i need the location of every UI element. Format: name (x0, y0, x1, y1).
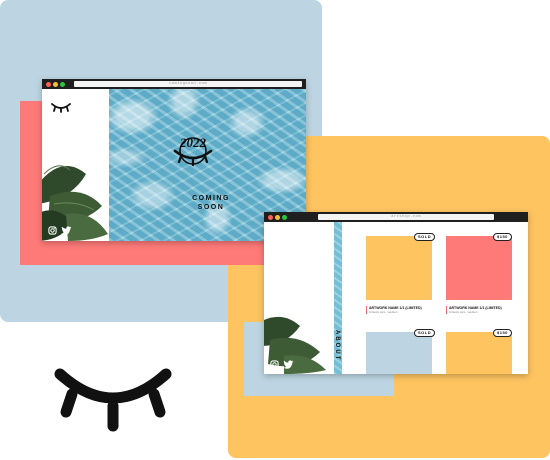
closed-eye-logo-icon (54, 368, 172, 432)
product-tile[interactable] (446, 236, 512, 300)
maximize-dot-icon[interactable] (60, 82, 65, 87)
product-tile[interactable] (366, 332, 432, 374)
minimize-dot-icon[interactable] (275, 215, 280, 220)
art-shop-browser-window: artshop.com ABOUT SOLD ARTWORK NAME 1/1 … (264, 212, 528, 374)
browser-toolbar: artshop.com (264, 212, 528, 222)
shop-page-body: ABOUT SOLD ARTWORK NAME 1/1 (LIMITED) Ar… (264, 222, 528, 374)
sidebar (42, 89, 109, 241)
sold-badge: SOLD (414, 329, 436, 337)
product-tile[interactable] (366, 236, 432, 300)
soon-text: SOON (197, 204, 225, 211)
instagram-icon[interactable] (270, 360, 279, 369)
sold-badge: SOLD (414, 233, 436, 241)
price-badge: $150 (493, 233, 512, 241)
product-tile[interactable] (446, 332, 512, 374)
minimize-dot-icon[interactable] (53, 82, 58, 87)
about-nav-link[interactable]: ABOUT (334, 330, 340, 361)
twitter-icon[interactable] (61, 226, 72, 235)
product-subtitle: Artwork size, medium (449, 310, 478, 314)
twitter-icon[interactable] (283, 360, 294, 369)
close-dot-icon[interactable] (46, 82, 51, 87)
instagram-icon[interactable] (48, 226, 57, 235)
address-bar[interactable]: comingsoon.com (74, 81, 302, 87)
close-dot-icon[interactable] (268, 215, 273, 220)
product-accent-bar (366, 306, 367, 314)
plant-leaves-image (264, 312, 326, 374)
coming-soon-heading: COMING SOON (187, 194, 235, 212)
coming-text: COMING (192, 195, 230, 202)
price-badge: $150 (493, 329, 512, 337)
product-subtitle: Artwork size, medium (369, 310, 398, 314)
product-accent-bar (446, 306, 447, 314)
eye-logo-icon[interactable] (50, 101, 72, 113)
2022-eye-logo-icon: 2022 (173, 135, 213, 167)
browser-toolbar: comingsoon.com (42, 79, 306, 89)
address-bar[interactable]: artshop.com (318, 214, 494, 220)
logo-year-text: 2022 (179, 135, 207, 150)
maximize-dot-icon[interactable] (282, 215, 287, 220)
